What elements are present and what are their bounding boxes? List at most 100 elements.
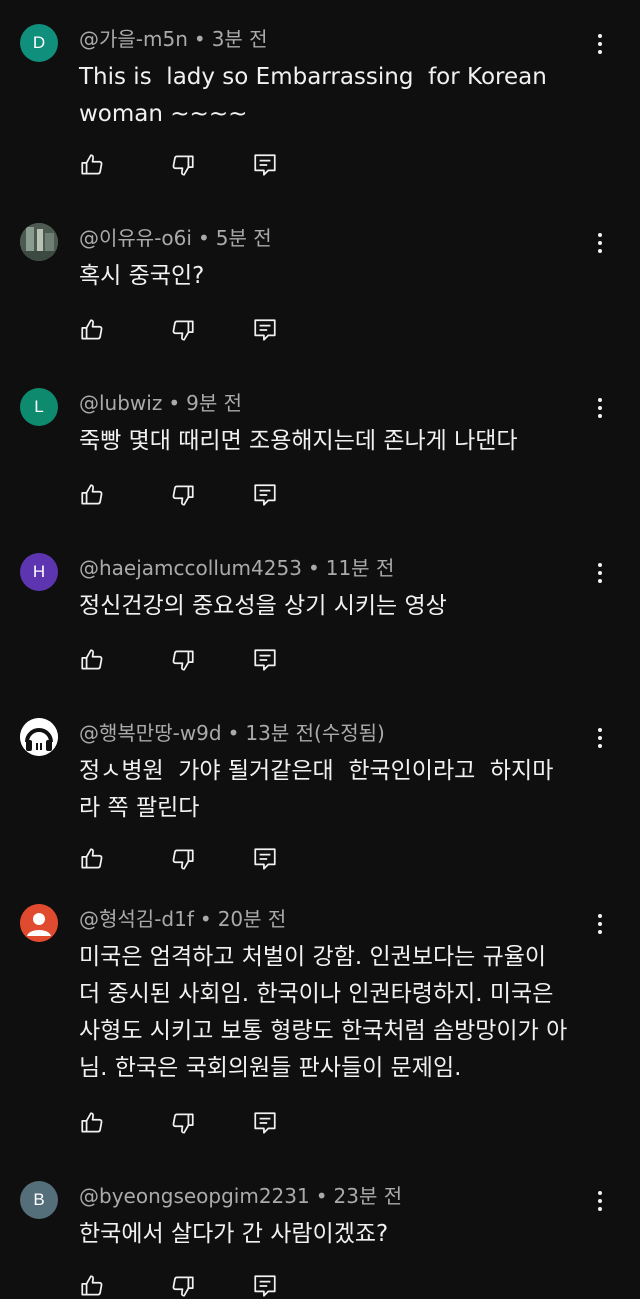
comment-meta: @이유유-o6i • 5분 전 xyxy=(79,225,272,251)
meta-separator: • xyxy=(227,721,240,745)
thumbs-up-icon xyxy=(81,484,103,505)
avatar[interactable] xyxy=(20,223,58,261)
like-button[interactable] xyxy=(79,1273,105,1299)
more-vertical-icon xyxy=(598,914,602,918)
comment-actions xyxy=(79,482,309,508)
reply-button[interactable] xyxy=(252,152,278,178)
comment-meta: @byeongseopgim2231 • 23분 전 xyxy=(79,1183,402,1209)
thumbs-down-icon xyxy=(172,650,194,671)
comment-author[interactable]: @가을-m5n xyxy=(79,27,188,51)
more-options-button[interactable] xyxy=(586,29,614,59)
more-vertical-icon xyxy=(598,233,602,237)
reply-icon xyxy=(254,154,276,176)
thumbs-up-icon xyxy=(81,1275,103,1296)
reply-button[interactable] xyxy=(252,647,278,673)
comment-meta: @가을-m5n • 3분 전 xyxy=(79,26,268,52)
dislike-button[interactable] xyxy=(170,482,196,508)
more-options-button[interactable] xyxy=(586,558,614,588)
reply-icon xyxy=(254,1112,276,1134)
comment-meta: @lubwiz • 9분 전 xyxy=(79,390,242,416)
like-button[interactable] xyxy=(79,647,105,673)
thumbs-down-icon xyxy=(172,320,194,341)
more-vertical-icon xyxy=(598,1191,602,1195)
avatar[interactable] xyxy=(20,904,58,942)
comment-actions xyxy=(79,647,309,673)
meta-separator: • xyxy=(193,27,206,51)
landscape-photo-icon xyxy=(20,223,58,261)
comment-author[interactable]: @행복만땅-w9d xyxy=(79,721,222,745)
comment-text: 정신건강의 중요성을 상기 시키는 영상 xyxy=(79,593,447,619)
reply-button[interactable] xyxy=(252,1273,278,1299)
comment-meta: @haejamccollum4253 • 11분 전 xyxy=(79,555,394,581)
avatar[interactable]: H xyxy=(20,553,58,591)
person-icon xyxy=(20,904,58,942)
more-options-button[interactable] xyxy=(586,1186,614,1216)
reply-button[interactable] xyxy=(252,1110,278,1136)
meta-separator: • xyxy=(197,226,210,250)
comment-time: 23분 전 xyxy=(333,1184,403,1208)
avatar-letter: B xyxy=(33,1190,45,1209)
like-button[interactable] xyxy=(79,317,105,343)
comment-text: 죽빵 몇대 때리면 조용해지는데 존나게 나댄다 xyxy=(79,428,518,454)
avatar-letter: H xyxy=(32,562,46,581)
avatar[interactable]: D xyxy=(20,24,58,62)
thumbs-down-icon xyxy=(172,485,194,506)
reply-button[interactable] xyxy=(252,317,278,343)
reply-icon xyxy=(254,1275,276,1297)
dislike-button[interactable] xyxy=(170,1110,196,1136)
thumbs-down-icon xyxy=(172,1276,194,1297)
more-vertical-icon xyxy=(598,398,602,402)
more-options-button[interactable] xyxy=(586,723,614,753)
comment-actions xyxy=(79,1273,309,1299)
thumbs-down-icon xyxy=(172,155,194,176)
like-button[interactable] xyxy=(79,1110,105,1136)
comment-actions xyxy=(79,1110,309,1136)
meta-separator: • xyxy=(168,391,181,415)
more-vertical-icon xyxy=(598,728,602,732)
more-options-button[interactable] xyxy=(586,228,614,258)
avatar-letter: D xyxy=(32,33,46,52)
comment-author[interactable]: @lubwiz xyxy=(79,391,162,415)
dislike-button[interactable] xyxy=(170,1273,196,1299)
comment-author[interactable]: @형석김-d1f xyxy=(79,907,194,931)
comment-author[interactable]: @이유유-o6i xyxy=(79,226,192,250)
more-options-button[interactable] xyxy=(586,909,614,939)
more-vertical-icon xyxy=(598,34,602,38)
comment-meta: @행복만땅-w9d • 13분 전(수정됨) xyxy=(79,720,385,746)
comment-author[interactable]: @haejamccollum4253 xyxy=(79,556,302,580)
meta-separator: • xyxy=(199,907,212,931)
reply-icon xyxy=(254,649,276,671)
like-button[interactable] xyxy=(79,152,105,178)
comment-actions xyxy=(79,317,309,343)
avatar[interactable]: L xyxy=(20,388,58,426)
reply-icon xyxy=(254,484,276,506)
dislike-button[interactable] xyxy=(170,846,196,872)
thumbs-down-icon xyxy=(172,1113,194,1134)
comment-text: 한국에서 살다가 간 사람이겠죠? xyxy=(79,1221,389,1247)
reply-button[interactable] xyxy=(252,846,278,872)
more-options-button[interactable] xyxy=(586,393,614,423)
thumbs-down-icon xyxy=(172,849,194,870)
dislike-button[interactable] xyxy=(170,317,196,343)
comment-time: 11분 전 xyxy=(325,556,395,580)
comment-text: 정ㅅ병원 가야 될거같은대 한국인이라고 하지마 라 쪽 팔린다 xyxy=(79,758,554,821)
reply-button[interactable] xyxy=(252,482,278,508)
avatar[interactable]: B xyxy=(20,1181,58,1219)
comment-text: 혹시 중국인? xyxy=(79,263,205,289)
comment-meta: @형석김-d1f • 20분 전 xyxy=(79,906,286,932)
thumbs-up-icon xyxy=(81,848,103,869)
reply-icon xyxy=(254,848,276,870)
meta-separator: • xyxy=(307,556,320,580)
comment-author[interactable]: @byeongseopgim2231 xyxy=(79,1184,310,1208)
avatar[interactable] xyxy=(20,718,58,756)
dislike-button[interactable] xyxy=(170,647,196,673)
thumbs-up-icon xyxy=(81,154,103,175)
thumbs-up-icon xyxy=(81,1112,103,1133)
avatar-letter: L xyxy=(34,397,44,416)
like-button[interactable] xyxy=(79,846,105,872)
comment-time: 5분 전 xyxy=(215,226,272,250)
comment-text: This is lady so Embarrassing for Korean … xyxy=(79,64,547,127)
dislike-button[interactable] xyxy=(170,152,196,178)
like-button[interactable] xyxy=(79,482,105,508)
thumbs-up-icon xyxy=(81,319,103,340)
